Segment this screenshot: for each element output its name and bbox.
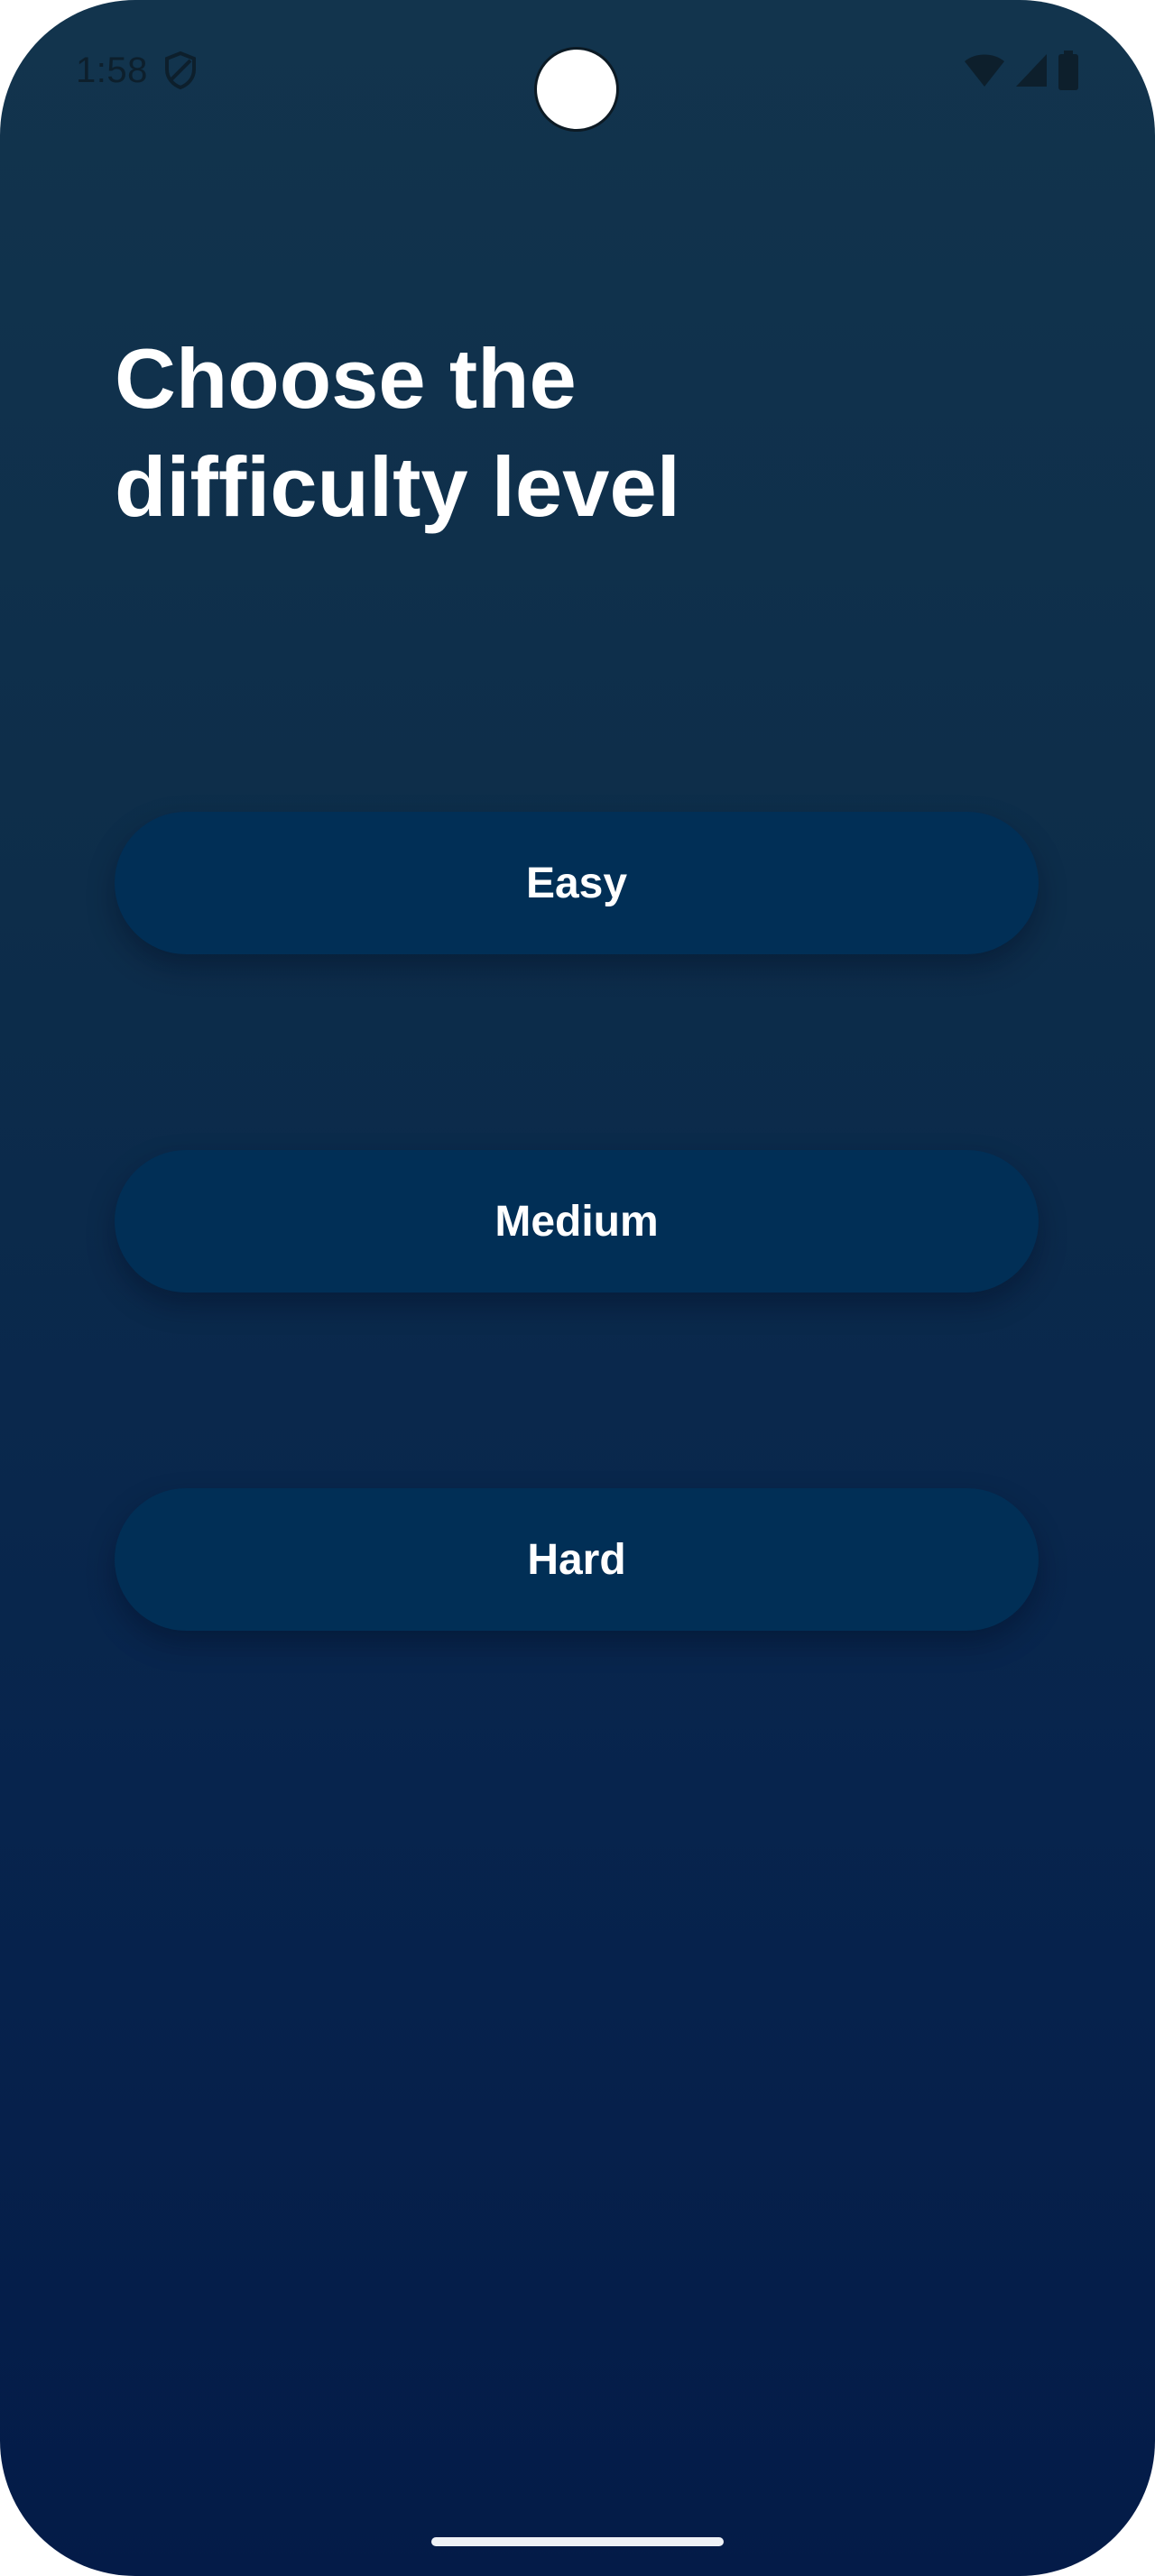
status-bar: 1:58: [0, 0, 1155, 135]
shield-icon: [162, 51, 199, 90]
status-time: 1:58: [76, 51, 148, 90]
status-icons: [964, 51, 1079, 90]
signal-icon: [1014, 52, 1049, 88]
camera-cutout: [534, 47, 619, 132]
battery-icon: [1058, 51, 1079, 90]
gesture-navigation-bar[interactable]: [431, 2537, 724, 2546]
medium-button[interactable]: Medium: [115, 1150, 1039, 1293]
hard-button[interactable]: Hard: [115, 1488, 1039, 1631]
page-title: Choose the difficulty level: [115, 331, 680, 534]
wifi-icon: [964, 52, 1005, 88]
easy-button[interactable]: Easy: [115, 812, 1039, 954]
app-screen: 1:58 Choose the difficulty level Easy Me…: [0, 0, 1155, 2576]
